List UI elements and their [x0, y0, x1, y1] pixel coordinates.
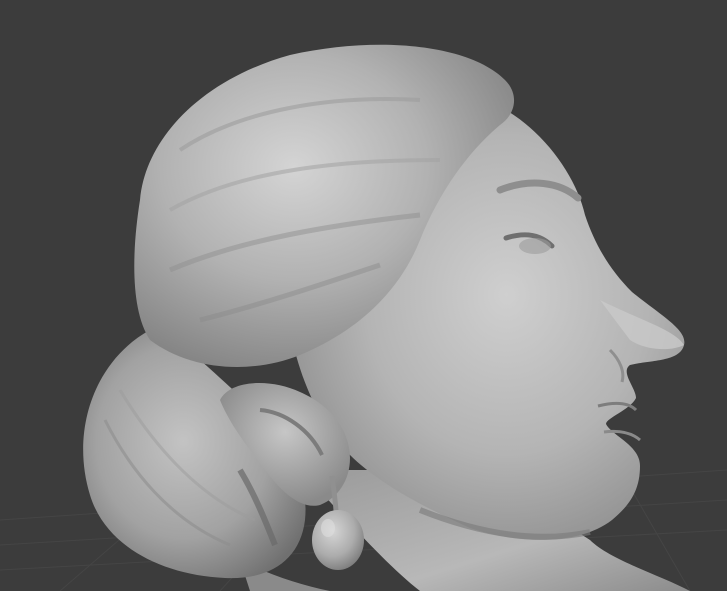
sculpt-render[interactable]	[0, 0, 727, 591]
3d-viewport[interactable]	[0, 0, 727, 591]
